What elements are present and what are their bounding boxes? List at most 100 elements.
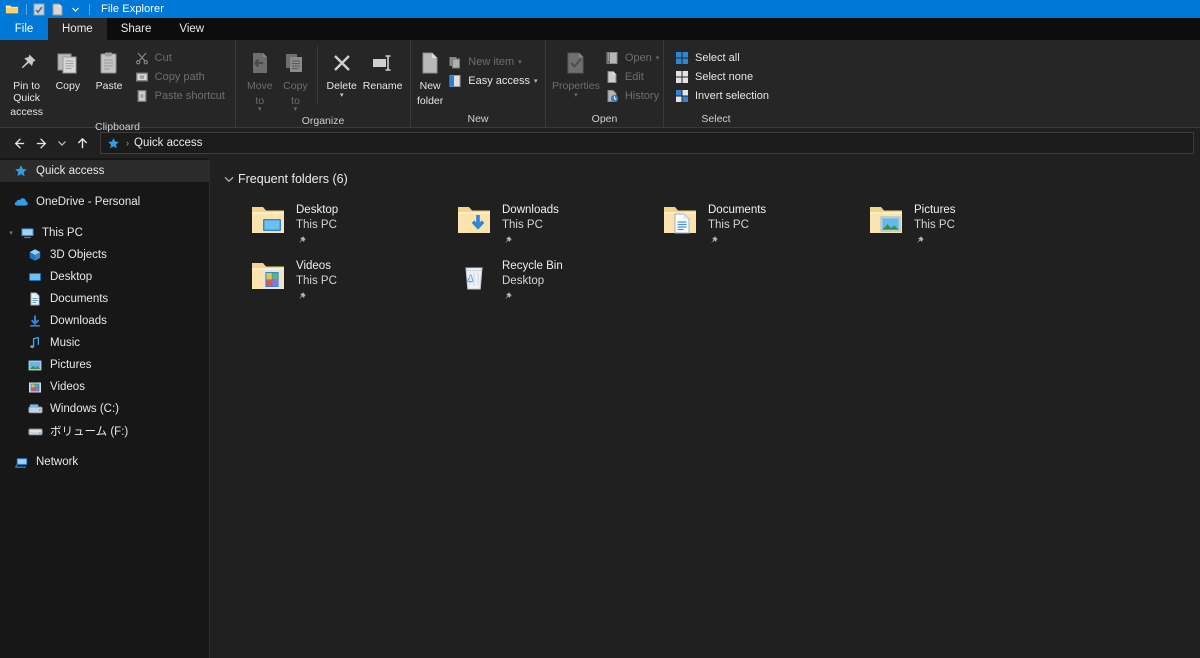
- invert-selection-button[interactable]: Invert selection: [670, 86, 773, 105]
- forward-arrow-icon[interactable]: [30, 131, 54, 155]
- new-item-button[interactable]: New item ▾: [443, 52, 541, 71]
- copy-path-label: Copy path: [154, 70, 205, 83]
- navigation-pane: Quick access OneDrive - Personal ▾ This …: [0, 158, 210, 658]
- tab-file[interactable]: File: [0, 18, 48, 40]
- new-folder-label-2: folder: [417, 94, 444, 107]
- list-item[interactable]: Documents This PC: [634, 198, 840, 254]
- paste-button[interactable]: Paste: [88, 44, 129, 93]
- sidebar-item-documents[interactable]: Documents: [0, 288, 209, 310]
- sidebar-item-downloads[interactable]: Downloads: [0, 310, 209, 332]
- select-all-button[interactable]: Select all: [670, 48, 773, 67]
- sidebar-item-desktop[interactable]: Desktop: [0, 266, 209, 288]
- sidebar-item-volume-f[interactable]: ボリューム (F:): [0, 420, 209, 442]
- list-item-name: Documents: [708, 204, 767, 216]
- select-all-icon: [674, 50, 690, 66]
- open-icon: [604, 50, 620, 66]
- sidebar-label-music: Music: [50, 337, 81, 349]
- sidebar-item-3d-objects[interactable]: 3D Objects: [0, 244, 209, 266]
- downloads-icon: [26, 314, 44, 328]
- new-small-commands: New item ▾ Easy access ▾: [443, 44, 541, 90]
- folder-desktop-icon: [248, 200, 288, 240]
- easy-access-chevron-down-icon[interactable]: ▾: [534, 77, 538, 85]
- delete-button[interactable]: Delete ▾: [322, 44, 361, 99]
- list-item-text: Pictures This PC: [914, 200, 956, 246]
- this-pc-expander-chevron-icon[interactable]: ▾: [4, 229, 18, 237]
- list-item[interactable]: Recycle Bin Desktop: [428, 254, 634, 310]
- sidebar-item-pictures[interactable]: Pictures: [0, 354, 209, 376]
- folder-documents-icon: [660, 200, 700, 240]
- section-header-frequent-folders[interactable]: Frequent folders (6): [222, 170, 1200, 188]
- rename-button[interactable]: Rename: [361, 44, 404, 93]
- list-item[interactable]: Desktop This PC: [222, 198, 428, 254]
- this-pc-icon: [18, 226, 36, 240]
- address-bar[interactable]: › Quick access: [100, 132, 1194, 154]
- pin-to-quick-access-label-2: access: [10, 106, 43, 118]
- tab-view[interactable]: View: [165, 18, 218, 40]
- invert-selection-icon: [674, 88, 690, 104]
- sidebar-item-windows-c[interactable]: Windows (C:): [0, 398, 209, 420]
- titlebar-divider-2: [89, 3, 90, 15]
- new-folder-button[interactable]: New folder: [417, 44, 443, 107]
- customize-quick-access-chevron-icon[interactable]: [67, 1, 83, 17]
- list-item[interactable]: Videos This PC: [222, 254, 428, 310]
- cut-button[interactable]: Cut: [130, 48, 229, 67]
- open-button[interactable]: Open ▾: [600, 48, 663, 67]
- history-button[interactable]: History: [600, 86, 663, 105]
- sidebar-item-network[interactable]: Network: [0, 451, 209, 473]
- pictures-icon: [26, 359, 44, 372]
- properties-button[interactable]: Properties ▾: [552, 44, 600, 99]
- sidebar-label-downloads: Downloads: [50, 315, 107, 327]
- list-item-location: This PC: [502, 219, 543, 231]
- copy-to-button[interactable]: Copy to ▾: [278, 44, 314, 113]
- ribbon-group-label-open: Open: [591, 113, 618, 125]
- delete-chevron-down-icon[interactable]: ▾: [340, 92, 344, 99]
- ribbon-group-organize: Move to ▾ Copy to ▾ Delete ▾ Rename Orga…: [236, 40, 411, 127]
- tab-share[interactable]: Share: [107, 18, 166, 40]
- select-small-commands: Select all Select none Invert selection: [670, 44, 773, 105]
- paste-shortcut-button[interactable]: Paste shortcut: [130, 86, 229, 105]
- folder-icon[interactable]: [4, 1, 20, 17]
- sidebar-item-onedrive[interactable]: OneDrive - Personal: [0, 191, 209, 213]
- sidebar-item-videos[interactable]: Videos: [0, 376, 209, 398]
- list-item-location: Desktop: [502, 275, 545, 287]
- list-item[interactable]: Pictures This PC: [840, 198, 1046, 254]
- list-item-name: Downloads: [502, 204, 559, 216]
- new-item-chevron-down-icon[interactable]: ▾: [518, 58, 522, 66]
- recent-locations-chevron-icon[interactable]: [54, 131, 70, 155]
- properties-chevron-down-icon[interactable]: ▾: [574, 92, 578, 99]
- copy-label: Copy: [55, 80, 81, 92]
- back-arrow-icon[interactable]: [6, 131, 30, 155]
- edit-button[interactable]: Edit: [600, 67, 663, 86]
- invert-selection-label: Invert selection: [695, 89, 769, 102]
- move-to-button[interactable]: Move to ▾: [242, 44, 278, 113]
- properties-label: Properties: [552, 80, 600, 92]
- window-title: File Explorer: [101, 3, 165, 15]
- sidebar-item-this-pc[interactable]: ▾ This PC: [0, 222, 209, 244]
- list-item[interactable]: Downloads This PC: [428, 198, 634, 254]
- sidebar-item-music[interactable]: Music: [0, 332, 209, 354]
- delete-label: Delete: [326, 80, 357, 92]
- copy-button[interactable]: Copy: [47, 44, 88, 93]
- delete-icon: [329, 48, 355, 78]
- svg-text:W: W: [139, 75, 144, 81]
- pin-to-quick-access-button[interactable]: Pin to Quick access: [6, 44, 47, 119]
- copy-path-button[interactable]: W Copy path: [130, 67, 229, 86]
- pin-icon: [914, 235, 956, 246]
- ribbon-group-label-clipboard: Clipboard: [95, 120, 140, 133]
- select-none-button[interactable]: Select none: [670, 67, 773, 86]
- tab-home[interactable]: Home: [48, 18, 107, 40]
- rename-icon: [370, 48, 396, 78]
- list-item-location: This PC: [708, 219, 749, 231]
- chevron-down-icon[interactable]: [222, 176, 236, 183]
- new-folder-icon[interactable]: [49, 1, 65, 17]
- sidebar-label-network: Network: [36, 456, 79, 468]
- pin-icon: [502, 291, 563, 302]
- list-item-text: Desktop This PC: [296, 200, 338, 246]
- open-chevron-down-icon[interactable]: ▾: [656, 54, 660, 62]
- properties-icon[interactable]: [31, 1, 47, 17]
- up-arrow-icon[interactable]: [70, 131, 94, 155]
- file-list-pane[interactable]: Frequent folders (6) Desktop This PC Dow…: [210, 158, 1200, 658]
- easy-access-button[interactable]: Easy access ▾: [443, 71, 541, 90]
- sidebar-item-quick-access[interactable]: Quick access: [0, 160, 209, 182]
